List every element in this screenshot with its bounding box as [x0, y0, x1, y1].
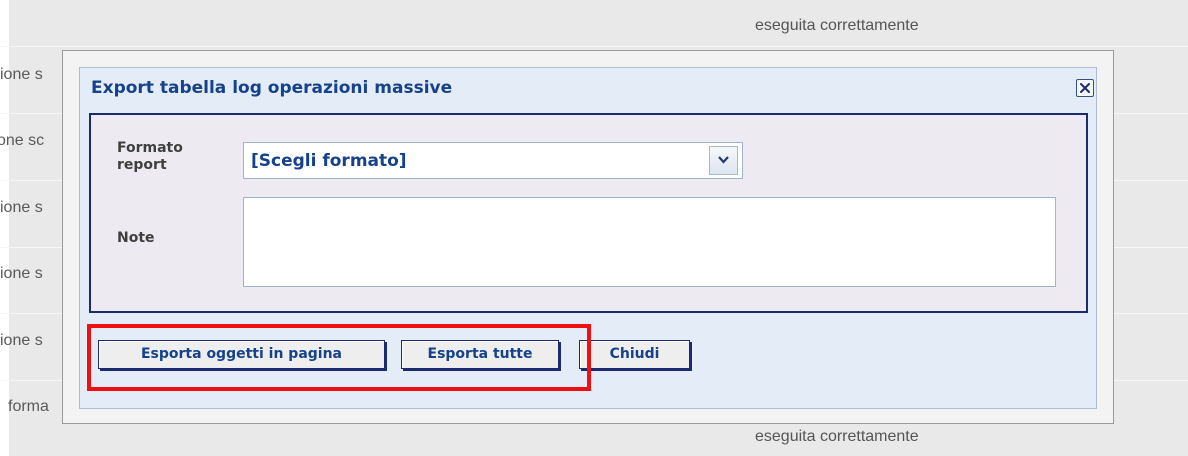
chevron-down-icon [718, 156, 729, 164]
status-text: eseguita correttamente [755, 428, 919, 445]
status-text: eseguita correttamente [755, 17, 919, 34]
close-button[interactable]: Chiudi [579, 340, 690, 369]
note-label: Note [117, 230, 155, 246]
export-form: Formato report [Scegli formato] Note [89, 113, 1088, 313]
format-select[interactable]: [Scegli formato] [243, 142, 743, 179]
format-label: Formato report [117, 140, 183, 173]
format-select-value: [Scegli formato] [251, 151, 407, 171]
close-dialog-button[interactable] [1076, 79, 1094, 97]
row-divider [0, 46, 1188, 47]
dialog-title: Export tabella log operazioni massive [91, 78, 453, 98]
note-field[interactable] [243, 197, 1056, 287]
format-select-toggle[interactable] [709, 146, 738, 175]
highlight-annotation [87, 324, 591, 391]
close-icon [1080, 83, 1090, 93]
